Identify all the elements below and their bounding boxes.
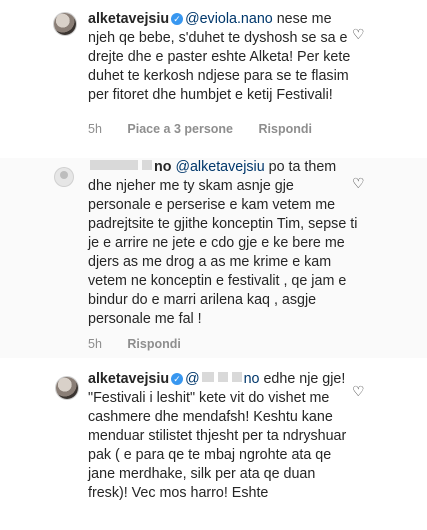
comment-body: alketavejsiu ✓ @eviola.nano nese me njeh q… — [88, 10, 358, 105]
redacted-username — [142, 160, 152, 170]
verified-badge-icon: ✓ — [171, 373, 184, 385]
redacted-mention — [201, 372, 214, 382]
comment-mention-tail[interactable]: no — [244, 371, 260, 387]
redacted-username — [90, 160, 138, 170]
verified-badge-icon: ✓ — [171, 13, 184, 25]
comment-username[interactable]: no — [154, 159, 171, 175]
comment-time: 5h — [88, 122, 102, 136]
heart-outline-icon[interactable]: ♡ — [352, 384, 365, 398]
comment-meta: 5h Piace a 3 persone Rispondi — [88, 122, 334, 136]
comment-text: edhe nje gje! "Festivali i leshit" kete … — [88, 371, 347, 501]
reply-button[interactable]: Rispondi — [127, 337, 180, 351]
comment-body: alketavejsiu ✓ @ no edhe nje gje! "Festival… — [88, 370, 358, 503]
avatar[interactable] — [56, 377, 78, 399]
comment-username[interactable]: alketavejsiu — [88, 11, 169, 27]
heart-outline-icon[interactable]: ♡ — [352, 176, 365, 190]
reply-button[interactable]: Rispondi — [259, 122, 312, 136]
comment-meta: 5h Rispondi — [88, 337, 203, 351]
avatar[interactable] — [54, 13, 76, 35]
comment-time: 5h — [88, 337, 102, 351]
heart-outline-icon[interactable]: ♡ — [352, 27, 365, 41]
comment-mention[interactable]: @eviola.nano — [185, 11, 273, 27]
redacted-mention — [217, 372, 228, 382]
likes-count-link[interactable]: Piace a 3 persone — [127, 122, 233, 136]
comment-text: po ta them dhe njeher me ty skam asnje g… — [88, 159, 358, 327]
comment-mention[interactable]: @ — [185, 371, 200, 387]
comment: no @alketavejsiu po ta them dhe njeher m… — [0, 158, 427, 358]
comment-body: no @alketavejsiu po ta them dhe njeher m… — [88, 158, 358, 329]
avatar[interactable] — [55, 168, 73, 186]
redacted-mention — [231, 372, 242, 382]
comment-username[interactable]: alketavejsiu — [88, 371, 169, 387]
comment-mention[interactable]: @alketavejsiu — [175, 159, 264, 175]
